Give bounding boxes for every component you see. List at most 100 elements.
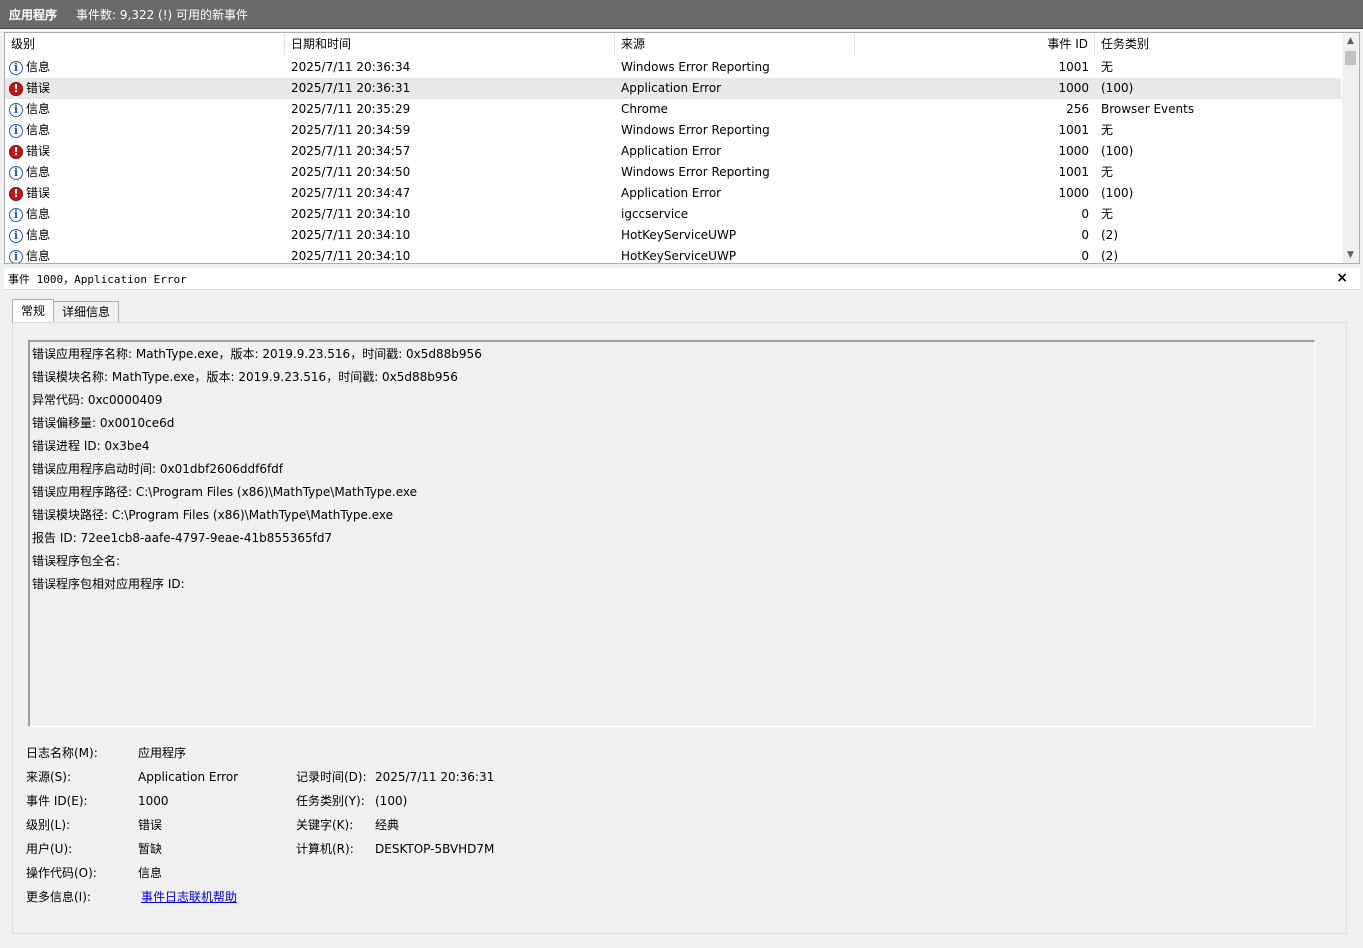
close-icon[interactable]: × xyxy=(1336,270,1348,286)
keywords-label: 关键字(K): xyxy=(296,818,354,832)
datetime-cell: 2025/7/11 20:34:50 xyxy=(291,165,411,179)
event-row[interactable]: ! 错误 2025/7/11 20:34:57 Application Error 10… xyxy=(5,141,1341,162)
general-tab-panel: 错误应用程序名称: MathType.exe，版本: 2019.9.23.516… xyxy=(12,322,1347,934)
info-icon: i xyxy=(9,249,23,263)
scroll-down-arrow-icon[interactable]: ▼ xyxy=(1342,247,1359,263)
event-row[interactable]: ! 错误 2025/7/11 20:36:31 Application Error 10… xyxy=(5,78,1341,99)
log-name-value: 应用程序 xyxy=(138,746,187,760)
level-text: 信息 xyxy=(26,60,51,74)
info-icon: i xyxy=(9,207,23,222)
tab-general[interactable]: 常规 xyxy=(12,299,55,324)
event-id-value: 1000 xyxy=(138,794,169,808)
task-category-cell: (100) xyxy=(1101,144,1134,158)
source-cell: Application Error xyxy=(621,81,722,95)
source-cell: HotKeyServiceUWP xyxy=(621,249,737,263)
computer-label: 计算机(R): xyxy=(296,842,354,856)
datetime-cell: 2025/7/11 20:34:59 xyxy=(291,123,411,137)
event-detail-title: 事件 1000，Application Error xyxy=(8,272,187,286)
datetime-cell: 2025/7/11 20:36:34 xyxy=(291,60,411,74)
column-header-task-category[interactable]: 任务类别 xyxy=(1095,33,1341,55)
event-row[interactable]: i 信息 2025/7/11 20:36:34 Windows Error Repor… xyxy=(5,57,1341,78)
event-id-cell: 0 xyxy=(1081,207,1089,221)
event-count: 事件数: 9,322 (!) 可用的新事件 xyxy=(76,7,249,22)
source-cell: Chrome xyxy=(621,102,669,116)
scroll-thumb[interactable] xyxy=(1345,51,1356,65)
log-name: 应用程序 xyxy=(9,7,58,22)
source-cell: Application Error xyxy=(621,186,722,200)
level-text: 信息 xyxy=(26,123,51,137)
task-category-label: 任务类别(Y): xyxy=(296,794,365,808)
computer-value: DESKTOP-5BVHD7M xyxy=(375,842,495,856)
level-text: 错误 xyxy=(26,186,51,200)
description-line: 错误程序包全名: xyxy=(32,554,121,568)
user-label: 用户(U): xyxy=(26,842,73,856)
event-description-box[interactable]: 错误应用程序名称: MathType.exe，版本: 2019.9.23.516… xyxy=(28,340,1315,727)
description-line: 错误偏移量: 0x0010ce6d xyxy=(32,416,175,430)
description-line: 错误应用程序路径: C:\Program Files (x86)\MathTyp… xyxy=(32,485,417,499)
source-cell: igccservice xyxy=(621,207,689,221)
level-cell: i 信息 xyxy=(5,57,285,78)
level-cell: i 信息 xyxy=(5,246,285,263)
event-row[interactable]: i 信息 2025/7/11 20:34:50 Windows Error Repor… xyxy=(5,162,1341,183)
level-cell: i 信息 xyxy=(5,204,285,225)
event-properties: 日志名称(M): 应用程序 来源(S): Application Error 记… xyxy=(26,741,1026,909)
event-id-cell: 0 xyxy=(1081,228,1089,242)
error-icon: ! xyxy=(9,186,23,201)
column-header-level[interactable]: 级别 xyxy=(5,33,285,55)
logged-label: 记录时间(D): xyxy=(296,770,367,784)
datetime-cell: 2025/7/11 20:34:57 xyxy=(291,144,411,158)
event-id-cell: 1000 xyxy=(1058,186,1089,200)
level-cell: i 信息 xyxy=(5,162,285,183)
column-header-source[interactable]: 来源 xyxy=(615,33,855,55)
task-category-value: (100) xyxy=(375,794,408,808)
column-header-event-id[interactable]: 事件 ID xyxy=(855,33,1095,55)
level-text: 错误 xyxy=(26,144,51,158)
task-category-cell: 无 xyxy=(1101,165,1114,179)
event-row[interactable]: i 信息 2025/7/11 20:34:10 HotKeyServiceUWP 0 (2… xyxy=(5,246,1341,263)
description-line: 错误应用程序名称: MathType.exe，版本: 2019.9.23.516… xyxy=(32,347,482,361)
datetime-cell: 2025/7/11 20:36:31 xyxy=(291,81,411,95)
tab-details[interactable]: 详细信息 xyxy=(54,301,120,323)
level-text: 错误 xyxy=(26,81,51,95)
level-cell: i 信息 xyxy=(5,120,285,141)
event-list-header: 级别 日期和时间 来源 事件 ID 任务类别 xyxy=(5,33,1341,55)
event-id-label: 事件 ID(E): xyxy=(26,794,88,808)
event-id-cell: 1000 xyxy=(1058,144,1089,158)
level-cell: i 信息 xyxy=(5,225,285,246)
info-icon: i xyxy=(9,60,23,75)
event-list[interactable]: 级别 日期和时间 来源 事件 ID 任务类别 i 信息 2025/7/11 20:3… xyxy=(4,32,1360,264)
event-id-cell: 1001 xyxy=(1058,60,1089,74)
error-icon: ! xyxy=(9,144,23,159)
online-help-link[interactable]: 事件日志联机帮助 xyxy=(141,885,237,909)
level-text: 信息 xyxy=(26,249,51,263)
task-category-cell: (100) xyxy=(1101,81,1134,95)
scroll-up-arrow-icon[interactable]: ▲ xyxy=(1342,33,1359,49)
column-header-datetime[interactable]: 日期和时间 xyxy=(285,33,615,55)
description-line: 错误应用程序启动时间: 0x01dbf2606ddf6fdf xyxy=(32,462,284,476)
task-category-cell: (2) xyxy=(1101,228,1118,242)
event-list-scrollbar[interactable]: ▲ ▼ xyxy=(1342,33,1359,263)
level-cell: i 信息 xyxy=(5,99,285,120)
info-icon: i xyxy=(9,165,23,180)
source-cell: Windows Error Reporting xyxy=(621,60,770,74)
event-row[interactable]: i 信息 2025/7/11 20:34:59 Windows Error Repor… xyxy=(5,120,1341,141)
task-category-cell: 无 xyxy=(1101,60,1114,74)
event-row[interactable]: i 信息 2025/7/11 20:35:29 Chrome 256 Browser Ev… xyxy=(5,99,1341,120)
level-text: 信息 xyxy=(26,102,51,116)
user-value: 暂缺 xyxy=(138,842,163,856)
datetime-cell: 2025/7/11 20:35:29 xyxy=(291,102,411,116)
source-cell: Windows Error Reporting xyxy=(621,165,770,179)
task-category-cell: 无 xyxy=(1101,207,1114,221)
event-row[interactable]: ! 错误 2025/7/11 20:34:47 Application Error 10… xyxy=(5,183,1341,204)
more-info-label: 更多信息(I): xyxy=(26,890,91,904)
log-name-label: 日志名称(M): xyxy=(26,746,98,760)
description-line: 错误程序包相对应用程序 ID: xyxy=(32,577,185,591)
task-category-cell: (100) xyxy=(1101,186,1134,200)
event-row[interactable]: i 信息 2025/7/11 20:34:10 HotKeyServiceUWP 0 (2… xyxy=(5,225,1341,246)
task-category-cell: Browser Events xyxy=(1101,102,1195,116)
description-line: 错误模块名称: MathType.exe，版本: 2019.9.23.516，时… xyxy=(32,370,458,384)
opcode-value: 信息 xyxy=(138,866,163,880)
level-label: 级别(L): xyxy=(26,818,71,832)
event-row[interactable]: i 信息 2025/7/11 20:34:10 igccservice 0 无 xyxy=(5,204,1341,225)
description-line: 报告 ID: 72ee1cb8-aafe-4797-9eae-41b855365… xyxy=(32,531,333,545)
